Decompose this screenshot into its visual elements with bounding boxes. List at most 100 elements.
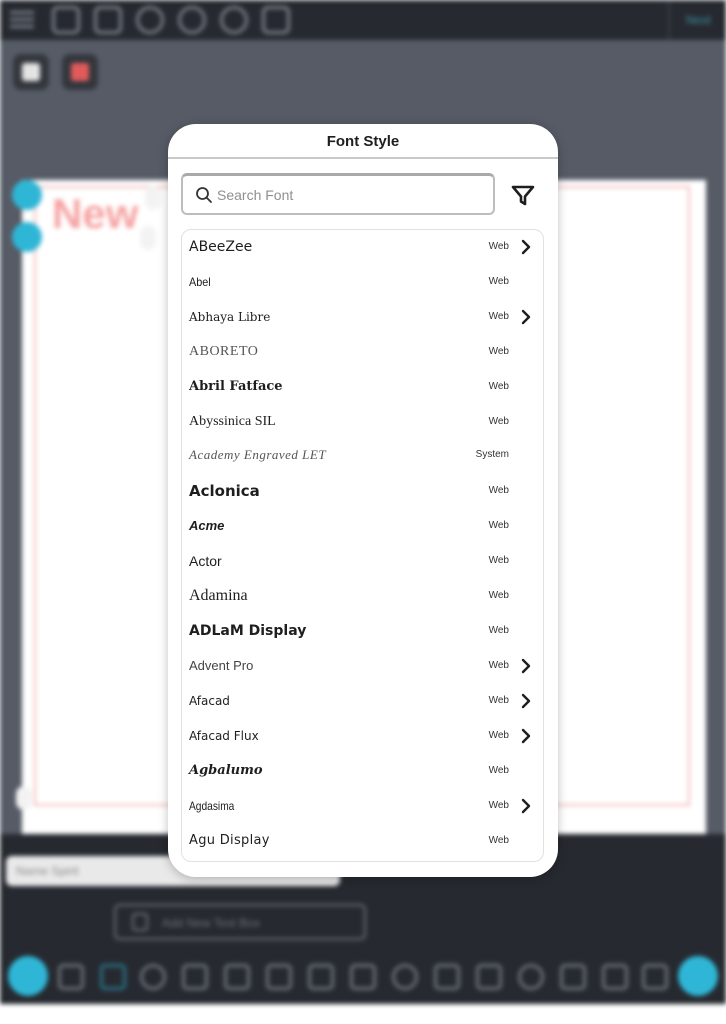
font-row[interactable]: Actor Web (182, 544, 543, 578)
next-button[interactable]: Next (686, 13, 711, 27)
star-icon[interactable] (140, 964, 166, 990)
font-name: Agu Display (189, 833, 270, 848)
font-row[interactable]: Abel Web (182, 265, 543, 299)
side-handle[interactable] (16, 786, 32, 810)
gallery-icon[interactable] (642, 964, 668, 990)
crop-icon[interactable] (182, 964, 208, 990)
duplicate-icon[interactable] (308, 964, 334, 990)
align-icon[interactable] (560, 964, 586, 990)
font-source-label: Web (488, 381, 509, 392)
font-name: Abhaya Libre (189, 310, 271, 324)
save-icon[interactable] (94, 6, 122, 34)
font-name: Adamina (189, 587, 248, 604)
chevron-right-icon[interactable] (520, 309, 532, 325)
undo-icon[interactable] (178, 6, 206, 34)
font-name: Aclonica (189, 482, 260, 500)
font-name: Afacad (189, 694, 230, 708)
font-source-label: Web (488, 311, 509, 322)
font-row[interactable]: Advent Pro Web (182, 649, 543, 683)
font-name: Advent Pro (189, 658, 254, 673)
ai-icon[interactable] (100, 964, 126, 990)
new-file-icon[interactable] (52, 6, 80, 34)
font-name: Abyssinica SIL (189, 414, 276, 429)
font-row[interactable]: Acme Web (182, 509, 543, 543)
menu-icon[interactable] (8, 6, 36, 34)
font-row[interactable]: Aclonica Web (182, 474, 543, 508)
side-handle[interactable] (145, 186, 161, 210)
font-source-label: Web (488, 276, 509, 287)
dialog-title: Font Style (326, 133, 400, 150)
white-square-button[interactable] (13, 54, 49, 90)
title-divider (168, 157, 558, 159)
canvas-text[interactable]: New (52, 190, 138, 238)
resize-handle[interactable] (12, 180, 42, 210)
chevron-right-icon[interactable] (520, 239, 532, 255)
font-row[interactable]: Academy Engraved LET System (182, 438, 543, 472)
add-text-box-button[interactable]: Add New Text Box (114, 904, 366, 940)
layers-icon[interactable] (262, 6, 290, 34)
font-name: ADLaM Display (189, 623, 307, 639)
redo-icon[interactable] (220, 6, 248, 34)
add-text-box-label: Add New Text Box (162, 916, 260, 930)
strikethrough-icon[interactable] (476, 964, 502, 990)
font-source-label: Web (488, 835, 509, 846)
shapes-icon[interactable] (224, 964, 250, 990)
toolbar-divider (668, 0, 670, 40)
font-row[interactable]: Abhaya Libre Web (182, 300, 543, 334)
font-row[interactable]: Agu Display Web (182, 824, 543, 858)
record-button[interactable] (62, 54, 98, 90)
font-source-label: Web (488, 416, 509, 427)
keyboard-icon[interactable] (58, 964, 84, 990)
chevron-right-icon[interactable] (520, 658, 532, 674)
font-row[interactable]: Agbalumo Web (182, 754, 543, 788)
side-handle[interactable] (140, 226, 156, 250)
settings-icon[interactable] (678, 956, 718, 996)
font-row[interactable]: Afacad Web (182, 684, 543, 718)
font-source-label: System (475, 449, 509, 460)
font-source-label: Web (488, 555, 509, 566)
sticker-icon[interactable] (392, 964, 418, 990)
font-name: Actor (189, 553, 222, 569)
font-row[interactable]: Abril Fatface Web (182, 370, 543, 404)
font-row[interactable]: ABORETO Web (182, 335, 543, 369)
curve-icon[interactable] (518, 964, 544, 990)
search-icon (196, 187, 212, 203)
font-name: ABORETO (189, 344, 259, 359)
font-row[interactable]: ABeeZee Web (182, 230, 543, 264)
font-row[interactable]: ADLaM Display Web (182, 614, 543, 648)
add-icon[interactable] (8, 956, 48, 996)
font-name: Abel (189, 275, 211, 289)
search-input[interactable] (217, 176, 487, 213)
upload-icon[interactable] (136, 6, 164, 34)
grid-icon[interactable] (266, 964, 292, 990)
font-name: Acme (189, 518, 225, 533)
font-name: Afacad Flux (189, 729, 259, 743)
font-name: Agbalumo (189, 763, 263, 778)
font-name: Academy Engraved LET (189, 447, 327, 462)
font-row[interactable]: Abyssinica SIL Web (182, 405, 543, 439)
filter-icon[interactable] (508, 180, 538, 210)
font-source-label: Web (488, 625, 509, 636)
font-name: Abril Fatface (189, 379, 283, 394)
font-source-label: Web (488, 660, 509, 671)
font-style-dialog: Font Style ABeeZeeWebAbelWebAbhaya Libre… (168, 124, 558, 877)
font-source-label: Web (488, 695, 509, 706)
font-row[interactable]: Adamina Web (182, 579, 543, 613)
layer-icon[interactable] (434, 964, 460, 990)
top-toolbar: Next (0, 0, 726, 40)
font-source-label: Web (488, 520, 509, 531)
search-box[interactable] (181, 173, 495, 215)
font-source-label: Web (488, 346, 509, 357)
chevron-right-icon[interactable] (520, 728, 532, 744)
transform-icon[interactable] (602, 964, 628, 990)
font-row[interactable]: Afacad Flux Web (182, 719, 543, 753)
font-source-label: Web (488, 800, 509, 811)
font-row[interactable]: Agdasima Web (182, 789, 543, 823)
font-name: ABeeZee (189, 239, 253, 255)
chevron-right-icon[interactable] (520, 693, 532, 709)
flip-icon[interactable] (350, 964, 376, 990)
font-source-label: Web (488, 241, 509, 252)
rotate-handle[interactable] (12, 222, 42, 252)
font-list[interactable]: ABeeZee Web Abel Web Abhaya Libre Web ABORETO W… (181, 229, 544, 862)
chevron-right-icon[interactable] (520, 798, 532, 814)
